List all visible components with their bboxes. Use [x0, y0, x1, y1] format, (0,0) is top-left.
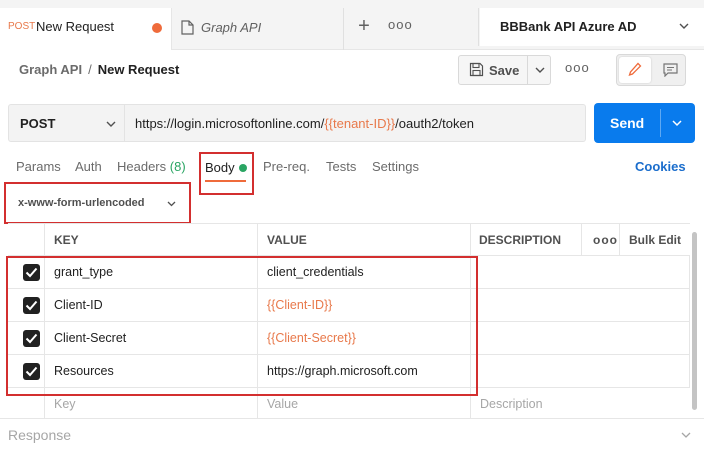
tab-params[interactable]: Params [16, 159, 61, 174]
divider [478, 8, 479, 46]
url-prefix: https://login.microsoftonline.com/ [135, 116, 325, 131]
send-button-group: Send [594, 103, 695, 143]
documentation-button[interactable] [655, 57, 685, 83]
table-more-button[interactable]: ooo [593, 233, 618, 247]
scrollbar[interactable] [692, 232, 697, 410]
cookies-link[interactable]: Cookies [635, 159, 686, 174]
divider [581, 223, 582, 256]
chevron-down-icon[interactable] [534, 64, 546, 76]
body-type-label: x-www-form-urlencoded [18, 197, 145, 209]
save-button-group: Save [458, 55, 551, 85]
new-description-input[interactable]: Description [480, 397, 543, 411]
save-label: Save [489, 63, 520, 78]
headers-count: (8) [169, 159, 186, 174]
method-label: POST [20, 116, 56, 131]
tab-headers[interactable]: Headers (8) [117, 159, 186, 174]
response-panel[interactable]: Response [0, 418, 704, 448]
tab-prereq[interactable]: Pre-req. [263, 159, 310, 174]
new-key-input[interactable]: Key [54, 397, 76, 411]
chevron-down-icon [106, 121, 116, 127]
view-toggle [616, 54, 686, 86]
send-label: Send [610, 115, 645, 131]
tab-method-label: POST [8, 21, 36, 32]
environment-label: BBBank API Azure AD [500, 19, 637, 34]
tab-auth[interactable]: Auth [75, 159, 102, 174]
tab-body[interactable]: Body [199, 152, 254, 195]
divider [619, 223, 620, 256]
tab-tests[interactable]: Tests [326, 159, 356, 174]
new-value-input[interactable]: Value [267, 397, 298, 411]
breadcrumb-separator: / [88, 62, 92, 77]
divider [689, 256, 690, 388]
column-value: VALUE [267, 233, 307, 247]
tab-body-label: Body [205, 160, 235, 175]
tabs-more-button[interactable]: ooo [388, 14, 412, 38]
divider [527, 56, 528, 84]
url-text: https://login.microsoftonline.com/{{tena… [135, 116, 474, 131]
unsaved-dot-icon[interactable] [152, 23, 162, 33]
url-suffix: /oauth2/token [395, 116, 474, 131]
tab-settings[interactable]: Settings [372, 159, 419, 174]
chevron-down-icon [681, 432, 691, 438]
divider [660, 109, 661, 137]
breadcrumb-current[interactable]: New Request [98, 62, 180, 77]
comment-icon [663, 63, 678, 77]
tab-title: New Request [36, 19, 115, 34]
method-select[interactable]: POST [8, 104, 125, 142]
response-label: Response [8, 427, 72, 443]
save-button[interactable]: Save [459, 56, 527, 84]
pencil-icon [628, 62, 642, 77]
breadcrumb-parent[interactable]: Graph API [19, 62, 82, 77]
tab-bar: POST New Request Graph API + ooo BBBank … [0, 0, 704, 50]
tab-graph-api[interactable]: Graph API [172, 8, 344, 50]
tab-title: Graph API [201, 20, 262, 35]
active-dot-icon [239, 164, 247, 172]
chevron-down-icon [679, 23, 689, 29]
column-description: DESCRIPTION [479, 233, 562, 247]
save-icon [469, 62, 484, 77]
chevron-down-icon [167, 201, 176, 207]
environment-select[interactable]: BBBank API Azure AD [480, 8, 704, 46]
body-type-select[interactable]: x-www-form-urlencoded [4, 182, 191, 224]
tab-new-request[interactable]: POST New Request [0, 8, 172, 50]
table-header: KEY VALUE DESCRIPTION ooo Bulk Edit [8, 223, 690, 256]
document-icon [181, 20, 194, 35]
active-tab-indicator [205, 180, 246, 182]
more-options-button[interactable]: ooo [565, 60, 590, 75]
chevron-down-icon[interactable] [671, 117, 683, 129]
column-key: KEY [54, 233, 79, 247]
url-input[interactable]: https://login.microsoftonline.com/{{tena… [125, 104, 586, 142]
bulk-edit-button[interactable]: Bulk Edit [629, 233, 681, 247]
url-variable: {{tenant-ID}} [324, 116, 396, 131]
breadcrumb: Graph API / New Request [19, 62, 179, 77]
highlight-box [6, 256, 478, 396]
send-button[interactable]: Send [594, 103, 660, 143]
edit-mode-button[interactable] [619, 57, 651, 83]
new-tab-button[interactable]: + [352, 14, 376, 38]
tab-headers-label: Headers [117, 159, 167, 174]
